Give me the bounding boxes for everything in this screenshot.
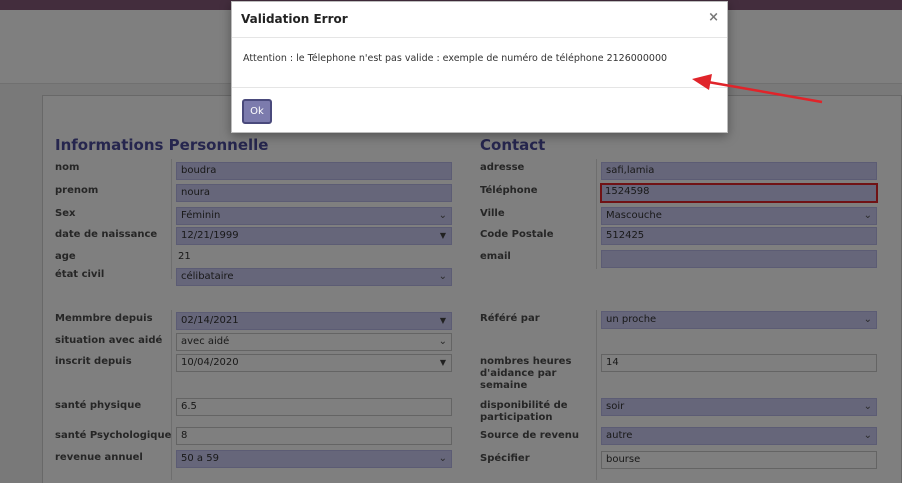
modal-title: Validation Error [241,12,348,26]
modal-body: Attention : le Télephone n'est pas valid… [232,38,727,88]
modal-footer: Ok [232,88,727,134]
close-icon[interactable]: × [708,10,719,25]
validation-error-dialog: Validation Error × Attention : le Téleph… [231,1,728,133]
ok-button[interactable]: Ok [242,99,272,124]
modal-header: Validation Error × [232,2,727,38]
error-message: Attention : le Télephone n'est pas valid… [243,53,668,64]
